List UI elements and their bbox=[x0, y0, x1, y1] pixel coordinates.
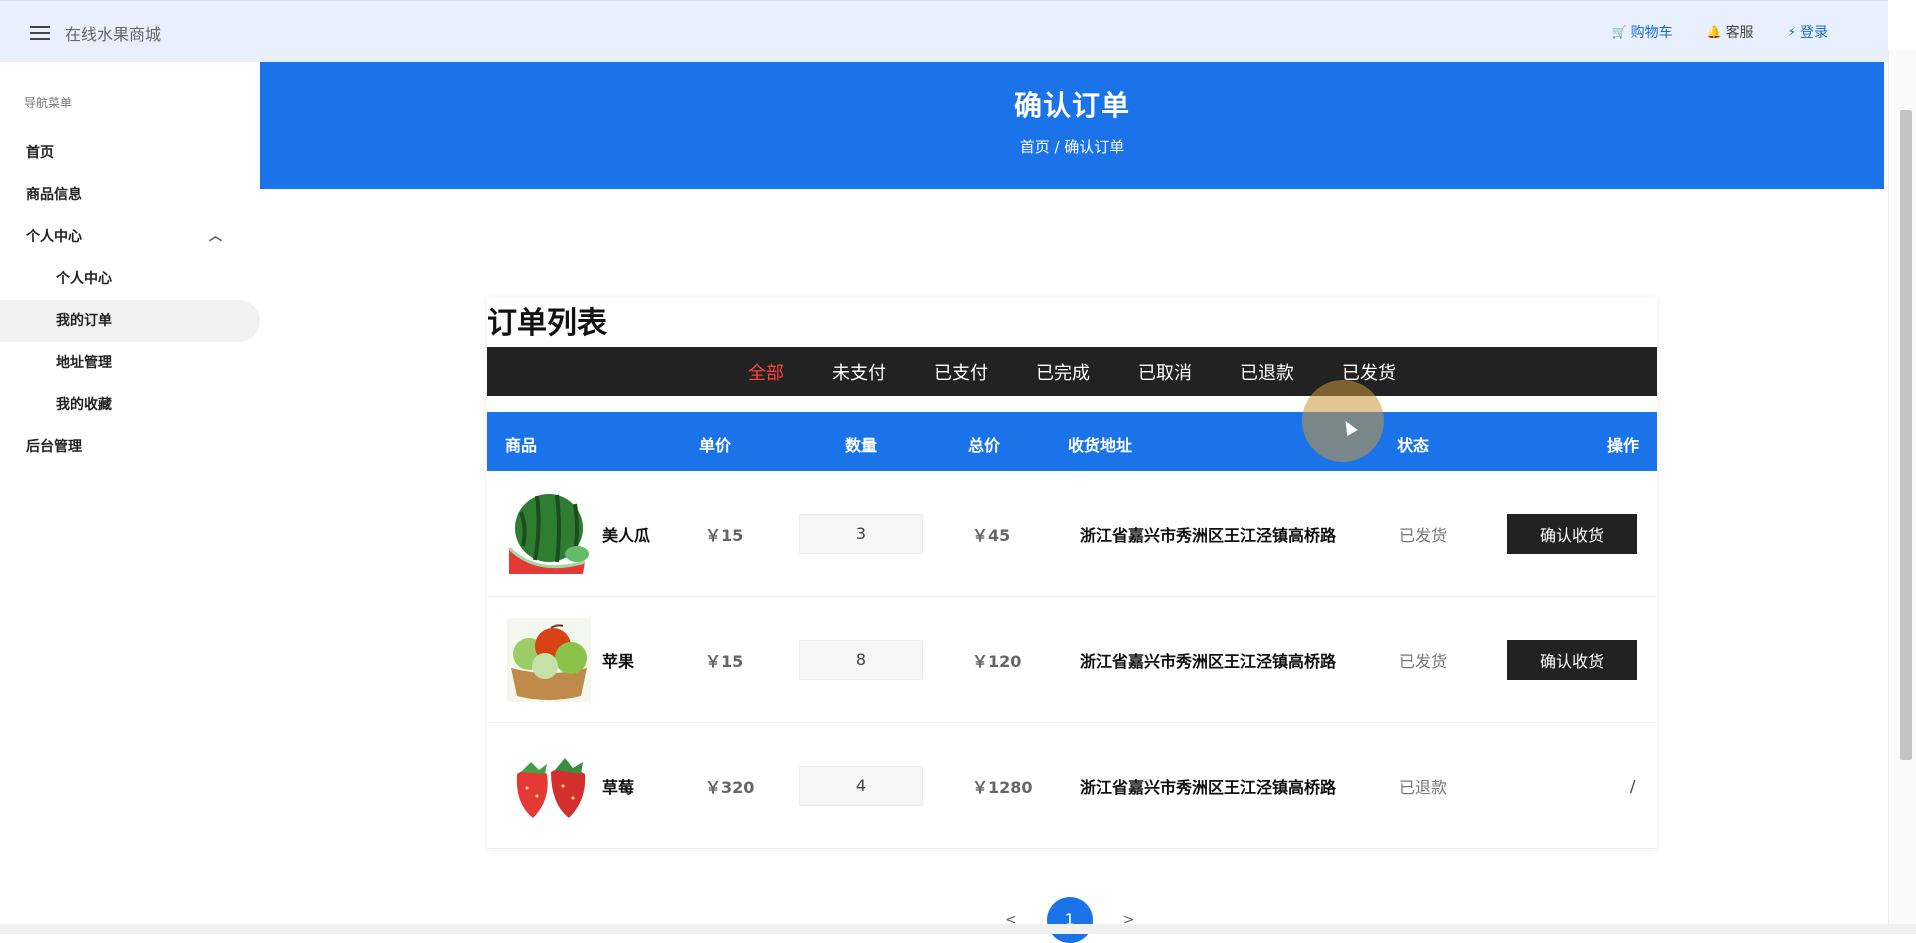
sidebar-item-label: 地址管理 bbox=[0, 355, 112, 371]
sidebar-item-label: 个人中心 bbox=[0, 271, 112, 287]
tab-cancelled[interactable]: 已取消 bbox=[1138, 359, 1192, 385]
tab-paid[interactable]: 已支付 bbox=[934, 359, 988, 385]
confirm-receipt-button[interactable]: 确认收货 bbox=[1507, 514, 1637, 554]
sidebar-item-products[interactable]: 商品信息 bbox=[0, 174, 260, 216]
sidebar-item-label: 我的订单 bbox=[0, 313, 112, 329]
sidebar-item-favorites[interactable]: 我的收藏 bbox=[0, 384, 260, 426]
quantity-field[interactable]: 3 bbox=[799, 514, 923, 554]
tab-completed[interactable]: 已完成 bbox=[1036, 359, 1090, 385]
no-action-placeholder: / bbox=[1630, 776, 1635, 795]
column-header-price: 单价 bbox=[699, 432, 731, 456]
tab-all[interactable]: 全部 bbox=[748, 359, 784, 385]
order-status-tabs: 全部 未支付 已支付 已完成 已取消 已退款 已发货 bbox=[487, 347, 1657, 396]
pagination: < 1 > bbox=[1005, 897, 1134, 943]
table-row: 美人瓜 ￥15 3 ￥45 浙江省嘉兴市秀洲区王江泾镇高桥路 已发货 确认收货 bbox=[487, 471, 1657, 597]
cart-link-label: 购物车 bbox=[1631, 22, 1673, 42]
column-header-action: 操作 bbox=[1607, 432, 1639, 456]
total-price: ￥1280 bbox=[972, 774, 1033, 798]
column-header-qty: 数量 bbox=[845, 432, 877, 456]
product-image-apple[interactable] bbox=[507, 618, 591, 702]
hamburger-menu-icon[interactable] bbox=[30, 26, 50, 40]
horizontal-scrollbar[interactable] bbox=[0, 924, 1916, 934]
scrollbar-thumb[interactable] bbox=[1900, 110, 1912, 760]
quantity-field[interactable]: 8 bbox=[799, 640, 923, 680]
table-header: 商品 单价 数量 总价 收货地址 状态 操作 bbox=[487, 412, 1657, 471]
sidebar-item-label: 首页 bbox=[0, 145, 54, 161]
column-header-address: 收货地址 bbox=[1068, 432, 1132, 456]
sidebar-item-address[interactable]: 地址管理 bbox=[0, 342, 260, 384]
service-link-label: 客服 bbox=[1726, 22, 1754, 42]
product-name: 苹果 bbox=[602, 648, 634, 672]
order-list-title: 订单列表 bbox=[487, 298, 607, 342]
unit-price: ￥15 bbox=[705, 648, 743, 672]
page-title: 确认订单 bbox=[260, 84, 1884, 124]
column-header-status: 状态 bbox=[1397, 432, 1429, 456]
status-badge: 已退款 bbox=[1399, 774, 1447, 798]
shipping-address: 浙江省嘉兴市秀洲区王江泾镇高桥路 bbox=[1080, 522, 1336, 546]
total-price: ￥120 bbox=[972, 648, 1021, 672]
product-name: 美人瓜 bbox=[602, 522, 650, 546]
top-bar: 在线水果商城 🛒 购物车 🔔 客服 ⚡ 登录 bbox=[0, 0, 1888, 62]
product-name: 草莓 bbox=[602, 774, 634, 798]
sidebar-item-home[interactable]: 首页 bbox=[0, 132, 260, 174]
column-header-product: 商品 bbox=[505, 432, 537, 456]
top-links: 🛒 购物车 🔔 客服 ⚡ 登录 bbox=[1612, 22, 1828, 42]
hero-banner: 确认订单 首页 / 确认订单 bbox=[260, 62, 1884, 189]
lightning-icon: ⚡ bbox=[1788, 25, 1796, 39]
sidebar-heading: 导航菜单 bbox=[24, 94, 72, 111]
chevron-up-icon: ︿ bbox=[209, 216, 222, 258]
order-list-card: 订单列表 全部 未支付 已支付 已完成 已取消 已退款 已发货 商品 单价 数量… bbox=[487, 298, 1657, 850]
tab-refunded[interactable]: 已退款 bbox=[1240, 359, 1294, 385]
sidebar-item-label: 后台管理 bbox=[0, 439, 82, 455]
quantity-field[interactable]: 4 bbox=[799, 766, 923, 806]
sidebar-item-label: 我的收藏 bbox=[0, 397, 112, 413]
status-badge: 已发货 bbox=[1399, 648, 1447, 672]
login-link-label: 登录 bbox=[1800, 22, 1828, 42]
sidebar-item-personal-center[interactable]: 个人中心 ︿ bbox=[0, 216, 260, 258]
bell-icon: 🔔 bbox=[1707, 25, 1722, 39]
vertical-scrollbar[interactable] bbox=[1888, 50, 1916, 924]
tab-unpaid[interactable]: 未支付 bbox=[832, 359, 886, 385]
table-row: 草莓 ￥320 4 ￥1280 浙江省嘉兴市秀洲区王江泾镇高桥路 已退款 / bbox=[487, 723, 1657, 849]
sidebar-item-my-orders[interactable]: 我的订单 bbox=[0, 300, 260, 342]
product-image-strawberry[interactable] bbox=[507, 744, 591, 828]
sidebar: 导航菜单 首页 商品信息 个人中心 ︿ 个人中心 我的订单 地址管理 我的收藏 … bbox=[0, 62, 260, 934]
table-row: 苹果 ￥15 8 ￥120 浙江省嘉兴市秀洲区王江泾镇高桥路 已发货 确认收货 bbox=[487, 597, 1657, 723]
login-link[interactable]: ⚡ 登录 bbox=[1788, 22, 1828, 42]
unit-price: ￥15 bbox=[705, 522, 743, 546]
product-image-watermelon[interactable] bbox=[507, 492, 591, 576]
sidebar-item-label: 商品信息 bbox=[0, 187, 82, 203]
sidebar-item-admin[interactable]: 后台管理 bbox=[0, 426, 260, 468]
cart-link[interactable]: 🛒 购物车 bbox=[1612, 22, 1673, 42]
service-link[interactable]: 🔔 客服 bbox=[1707, 22, 1754, 42]
confirm-receipt-button[interactable]: 确认收货 bbox=[1507, 640, 1637, 680]
cart-icon: 🛒 bbox=[1612, 25, 1627, 39]
unit-price: ￥320 bbox=[705, 774, 754, 798]
page-number-button[interactable]: 1 bbox=[1047, 897, 1093, 943]
app-title: 在线水果商城 bbox=[65, 21, 161, 45]
breadcrumb: 首页 / 确认订单 bbox=[260, 136, 1884, 157]
sidebar-item-personal-info[interactable]: 个人中心 bbox=[0, 258, 260, 300]
status-badge: 已发货 bbox=[1399, 522, 1447, 546]
shipping-address: 浙江省嘉兴市秀洲区王江泾镇高桥路 bbox=[1080, 648, 1336, 672]
total-price: ￥45 bbox=[972, 522, 1010, 546]
column-header-total: 总价 bbox=[968, 432, 1000, 456]
shipping-address: 浙江省嘉兴市秀洲区王江泾镇高桥路 bbox=[1080, 774, 1336, 798]
sidebar-item-label: 个人中心 bbox=[0, 229, 82, 245]
